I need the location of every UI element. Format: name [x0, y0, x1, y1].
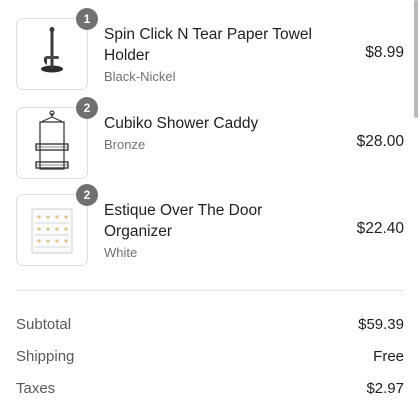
product-thumbnail-wrap: 1: [16, 8, 98, 90]
subtotal-label: Subtotal: [16, 316, 72, 333]
shipping-label: Shipping: [16, 348, 75, 365]
product-variant: White: [104, 245, 138, 260]
product-price: $28.00: [356, 133, 404, 150]
product-price: $8.99: [365, 44, 404, 61]
door-organizer-image: [16, 194, 88, 266]
product-name: Estique Over The Door Organizer: [104, 202, 263, 240]
taxes-row: Taxes $2.97: [16, 380, 404, 402]
quantity-badge: 2: [76, 97, 98, 119]
product-name: Spin Click N Tear Paper Towel Holder: [104, 26, 312, 64]
line-item: 2 Estique Over The Door Organizer White …: [16, 184, 404, 266]
quantity-badge: 2: [76, 184, 98, 206]
paper-towel-holder-image: [16, 18, 88, 90]
divider: [16, 290, 404, 291]
product-thumbnail-wrap: 2: [16, 97, 98, 179]
subtotal-row: Subtotal $59.39: [16, 316, 404, 338]
shower-caddy-image: [16, 107, 88, 179]
order-summary: 1 Spin Click N Tear Paper Towel Holder B…: [0, 0, 420, 420]
taxes-label: Taxes: [16, 380, 56, 397]
line-item: 2 Cubiko Shower Caddy Bronze $28.00: [16, 97, 404, 179]
product-name: Cubiko Shower Caddy: [104, 115, 259, 132]
product-thumbnail-wrap: 2: [16, 184, 98, 266]
scrollbar[interactable]: [414, 0, 418, 118]
product-price: $22.40: [356, 220, 404, 237]
product-variant: Black-Nickel: [104, 69, 176, 84]
quantity-badge: 1: [76, 8, 98, 30]
subtotal-value: $59.39: [358, 316, 404, 333]
product-variant: Bronze: [104, 137, 146, 152]
shipping-row: Shipping Free: [16, 348, 404, 370]
line-item: 1 Spin Click N Tear Paper Towel Holder B…: [16, 8, 404, 90]
shipping-value: Free: [373, 348, 404, 365]
taxes-value: $2.97: [366, 380, 404, 397]
